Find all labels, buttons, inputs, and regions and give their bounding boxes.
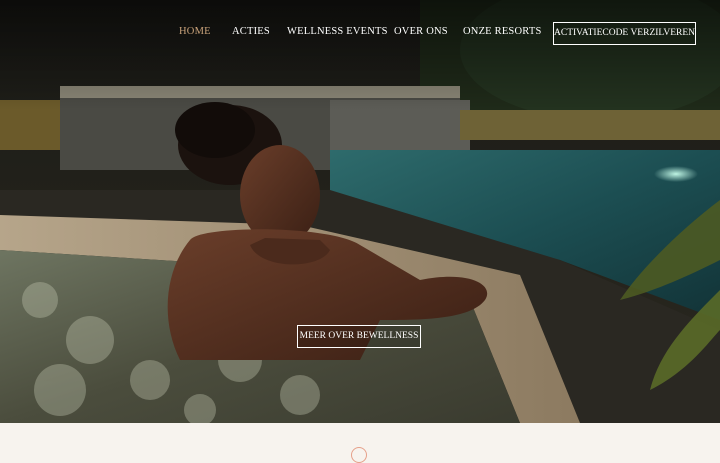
hero-section: HOME ACTIES WELLNESS EVENTS OVER ONS ONZ…: [0, 0, 720, 423]
redeem-activation-code-button[interactable]: ACTIVATIECODE VERZILVEREN: [553, 22, 696, 45]
top-shade: [0, 0, 720, 110]
nav-item-over-ons[interactable]: OVER ONS: [394, 26, 448, 37]
nav-item-wellness-events[interactable]: WELLNESS EVENTS: [287, 26, 388, 37]
nav-item-home[interactable]: HOME: [179, 26, 211, 37]
brand-logo-icon: [351, 447, 367, 463]
more-about-bewellness-button[interactable]: MEER OVER BEWELLNESS: [297, 325, 421, 348]
content-section: [0, 423, 720, 463]
nav-item-onze-resorts[interactable]: ONZE RESORTS: [463, 26, 541, 37]
nav-item-acties[interactable]: ACTIES: [232, 26, 270, 37]
